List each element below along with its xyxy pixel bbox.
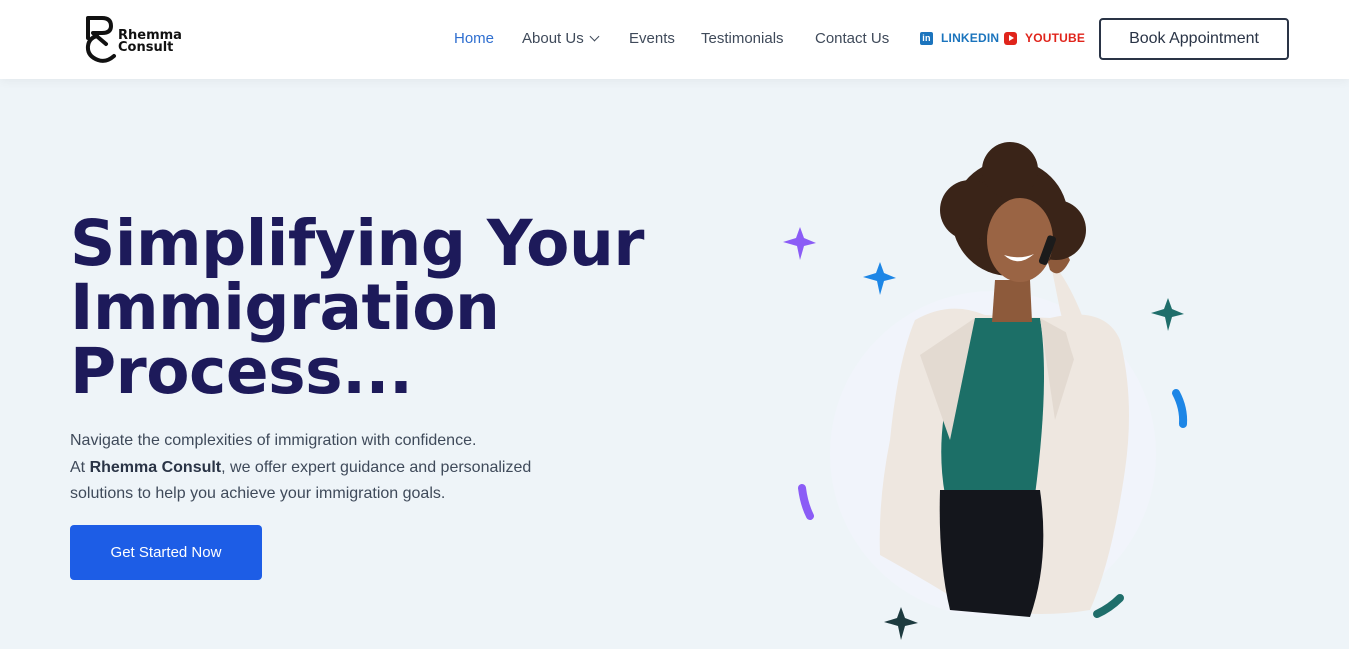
hero-title-line2: Immigration: [70, 271, 500, 344]
sparkle-dark-icon: [884, 607, 918, 640]
hero-title-line3: Process...: [70, 335, 413, 408]
hero-desc-line2: At Rhemma Consult, we offer expert guida…: [70, 455, 610, 482]
confetti-purple: [798, 484, 814, 520]
nav-home[interactable]: Home: [454, 30, 494, 47]
logo[interactable]: Rhemma Consult: [84, 14, 184, 64]
chevron-down-icon: [589, 31, 600, 42]
hero-desc-prefix: At: [70, 458, 90, 476]
nav-about-us[interactable]: About Us: [522, 30, 600, 47]
linkedin-link[interactable]: in LINKEDIN: [920, 31, 999, 45]
nav-testimonials[interactable]: Testimonials: [701, 30, 784, 47]
hero-desc-line3: solutions to help you achieve your immig…: [70, 485, 446, 502]
sparkle-purple-icon: [783, 227, 816, 260]
linkedin-icon: in: [920, 31, 933, 45]
confetti-teal: [1093, 594, 1124, 618]
youtube-link[interactable]: YOUTUBE: [1004, 31, 1085, 45]
hero-image: [783, 142, 1188, 640]
woman-figure: [879, 142, 1129, 617]
hero-desc-line1: Navigate the complexities of immigration…: [70, 432, 477, 449]
youtube-icon: [1004, 31, 1017, 45]
sparkle-teal-icon: [1151, 298, 1184, 331]
nav-events[interactable]: Events: [629, 30, 675, 47]
logo-line2: Consult: [118, 40, 174, 55]
linkedin-label: LINKEDIN: [941, 31, 1000, 45]
get-started-button[interactable]: Get Started Now: [70, 525, 262, 580]
hero-desc-brand: Rhemma Consult: [89, 458, 222, 476]
youtube-label: YOUTUBE: [1025, 31, 1086, 45]
nav-contact-us[interactable]: Contact Us: [815, 30, 889, 47]
book-appointment-button[interactable]: Book Appointment: [1099, 18, 1289, 60]
sparkle-blue-icon: [863, 262, 896, 295]
nav-about-label: About Us: [522, 30, 584, 47]
logo-wordmark: Rhemma Consult: [118, 29, 182, 55]
hero-title: Simplifying Your Immigration Process...: [70, 212, 710, 404]
hero-description: Navigate the complexities of immigration…: [70, 428, 610, 508]
hero-desc-suffix: , we offer expert guidance and personali…: [221, 458, 532, 476]
hero-illustration: [760, 140, 1240, 649]
confetti-blue: [1172, 389, 1188, 428]
hero-title-line1: Simplifying Your: [70, 207, 644, 280]
site-header: Rhemma Consult Home About Us Events Test…: [0, 0, 1349, 79]
